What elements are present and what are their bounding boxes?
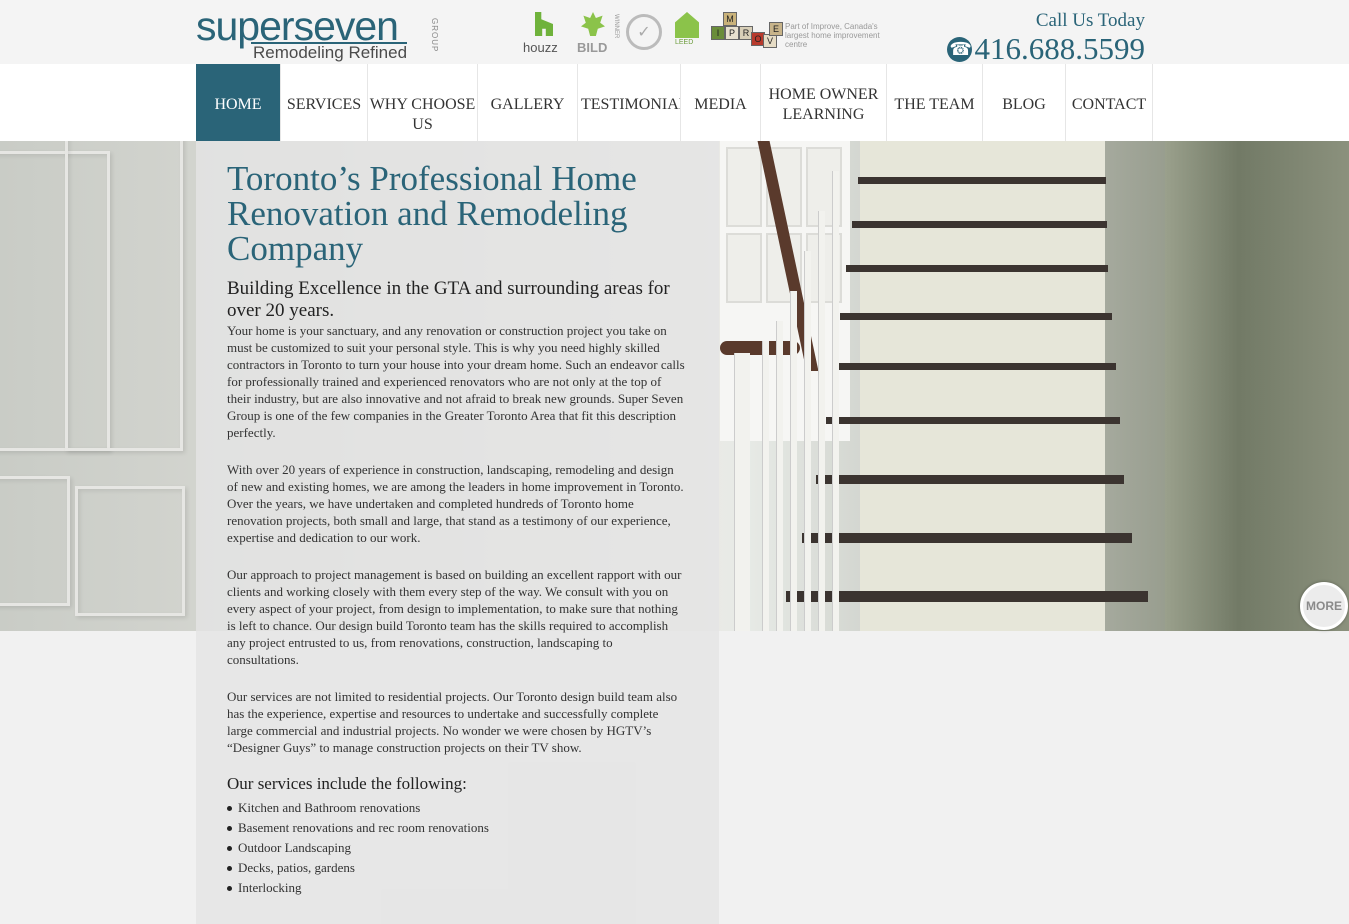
page-title: Toronto’s Professional Home Renovation a… — [227, 159, 637, 268]
header: superseven Remodeling Refined GROUP houz… — [0, 0, 1349, 66]
wall-panel — [65, 141, 183, 451]
approach-paragraph: Our approach to project management is ba… — [227, 567, 682, 667]
staircase — [720, 141, 1190, 631]
houzz-badge[interactable]: houzz — [523, 12, 565, 55]
call-us: Call Us Today 416.688.5599 — [946, 10, 1145, 66]
nav-why-choose-us[interactable]: WHY CHOOSE US — [368, 64, 478, 141]
logo[interactable]: superseven Remodeling Refined GROUP — [196, 6, 441, 62]
logo-tagline: Remodeling Refined — [251, 42, 408, 62]
nav-services[interactable]: SERVICES — [281, 64, 368, 141]
page-subtitle: Building Excellence in the GTA and surro… — [227, 278, 670, 321]
hallway-wall — [1165, 141, 1349, 631]
call-us-label: Call Us Today — [1035, 10, 1145, 31]
wall-panel — [0, 476, 70, 606]
nav-the-team[interactable]: THE TEAM — [887, 64, 983, 141]
experience-paragraph: With over 20 years of experience in cons… — [227, 462, 684, 545]
phone-icon — [946, 36, 972, 62]
list-item: Outdoor Landscaping — [227, 838, 687, 858]
main-nav: HOME SERVICES WHY CHOOSE US GALLERY TEST… — [0, 64, 1349, 141]
services-list: Kitchen and Bathroom renovations Basemen… — [227, 798, 687, 898]
nav-gallery[interactable]: GALLERY — [478, 64, 578, 141]
nav-home-owner-learning[interactable]: HOME OWNER LEARNING — [761, 64, 887, 141]
services-scope-paragraph: Our services are not limited to resident… — [227, 689, 678, 755]
leed-house-icon — [675, 12, 699, 38]
nav-home[interactable]: HOME — [196, 64, 281, 141]
intro-paragraph: Your home is your sanctuary, and any ren… — [227, 323, 685, 440]
services-heading: Our services include the following: — [227, 774, 467, 793]
maple-leaf-icon — [581, 12, 605, 36]
leed-badge[interactable]: LEED — [675, 12, 701, 46]
list-item: Decks, patios, gardens — [227, 858, 687, 878]
phone-number[interactable]: 416.688.5599 — [946, 32, 1145, 66]
logo-wordmark: superseven — [196, 3, 399, 49]
list-item: Kitchen and Bathroom renovations — [227, 798, 687, 818]
intro-panel: Toronto’s Professional Home Renovation a… — [196, 141, 719, 924]
logo-group: GROUP — [430, 18, 439, 53]
certification-seal-icon[interactable]: ✓ — [626, 14, 662, 50]
houzz-icon — [535, 12, 553, 36]
nav-blog[interactable]: BLOG — [983, 64, 1066, 141]
wall-panel — [75, 486, 185, 616]
nav-media[interactable]: MEDIA — [681, 64, 761, 141]
nav-contact[interactable]: CONTACT — [1066, 64, 1153, 141]
nav-testimonials[interactable]: TESTIMONIALS — [578, 64, 681, 141]
list-item: Interlocking — [227, 878, 687, 898]
bild-badge[interactable]: BILD WINNER — [577, 12, 621, 55]
improve-badge[interactable]: I M P R O V E Part of Improve, Canada's … — [711, 12, 880, 52]
more-button[interactable]: MORE — [1300, 582, 1348, 630]
list-item: Basement renovations and rec room renova… — [227, 818, 687, 838]
